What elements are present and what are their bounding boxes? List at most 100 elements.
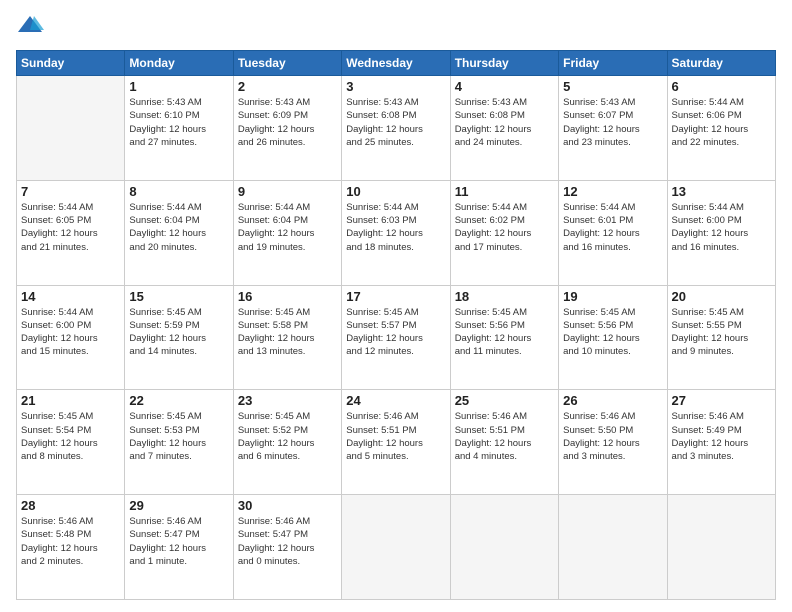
day-number: 28 (21, 498, 120, 513)
header (16, 12, 776, 40)
calendar-cell (667, 495, 775, 600)
day-number: 5 (563, 79, 662, 94)
day-info: Sunrise: 5:43 AMSunset: 6:09 PMDaylight:… (238, 96, 337, 149)
day-number: 22 (129, 393, 228, 408)
calendar-cell: 9Sunrise: 5:44 AMSunset: 6:04 PMDaylight… (233, 180, 341, 285)
day-info: Sunrise: 5:46 AMSunset: 5:47 PMDaylight:… (129, 515, 228, 568)
calendar-cell: 8 Sunrise: 5:44 AMSunset: 6:04 PMDaylight… (125, 180, 233, 285)
day-info: Sunrise: 5:46 AMSunset: 5:50 PMDaylight:… (563, 410, 662, 463)
day-number: 4 (455, 79, 554, 94)
page: SundayMondayTuesdayWednesdayThursdayFrid… (0, 0, 792, 612)
logo-icon (16, 12, 44, 40)
day-number: 17 (346, 289, 445, 304)
day-number: 7 (21, 184, 120, 199)
day-number: 13 (672, 184, 771, 199)
calendar-cell (342, 495, 450, 600)
calendar-cell: 22 Sunrise: 5:45 AMSunset: 5:53 PMDayligh… (125, 390, 233, 495)
day-number: 1 (129, 79, 228, 94)
day-info: Sunrise: 5:44 AMSunset: 6:04 PMDaylight:… (238, 201, 337, 254)
calendar-cell: 15 Sunrise: 5:45 AMSunset: 5:59 PMDayligh… (125, 285, 233, 390)
calendar-cell: 5 Sunrise: 5:43 AMSunset: 6:07 PMDaylight… (559, 76, 667, 181)
day-info: Sunrise: 5:44 AMSunset: 6:01 PMDaylight:… (563, 201, 662, 254)
day-number: 10 (346, 184, 445, 199)
day-number: 30 (238, 498, 337, 513)
day-number: 25 (455, 393, 554, 408)
day-info: Sunrise: 5:45 AMSunset: 5:56 PMDaylight:… (563, 306, 662, 359)
day-number: 6 (672, 79, 771, 94)
calendar-cell: 14Sunrise: 5:44 AMSunset: 6:00 PMDayligh… (17, 285, 125, 390)
day-info: Sunrise: 5:46 AMSunset: 5:47 PMDaylight:… (238, 515, 337, 568)
day-info: Sunrise: 5:44 AMSunset: 6:00 PMDaylight:… (672, 201, 771, 254)
day-info: Sunrise: 5:45 AMSunset: 5:59 PMDaylight:… (129, 306, 228, 359)
day-info: Sunrise: 5:44 AMSunset: 6:05 PMDaylight:… (21, 201, 120, 254)
calendar-cell: 25 Sunrise: 5:46 AMSunset: 5:51 PMDayligh… (450, 390, 558, 495)
calendar-cell: 1 Sunrise: 5:43 AMSunset: 6:10 PMDaylight… (125, 76, 233, 181)
day-number: 8 (129, 184, 228, 199)
day-info: Sunrise: 5:44 AMSunset: 6:03 PMDaylight:… (346, 201, 445, 254)
calendar-body: 1 Sunrise: 5:43 AMSunset: 6:10 PMDaylight… (17, 76, 776, 600)
day-info: Sunrise: 5:44 AMSunset: 6:06 PMDaylight:… (672, 96, 771, 149)
calendar-header: SundayMondayTuesdayWednesdayThursdayFrid… (17, 51, 776, 76)
weekday-header-wednesday: Wednesday (342, 51, 450, 76)
day-info: Sunrise: 5:44 AMSunset: 6:02 PMDaylight:… (455, 201, 554, 254)
day-number: 24 (346, 393, 445, 408)
calendar-cell: 24 Sunrise: 5:46 AMSunset: 5:51 PMDayligh… (342, 390, 450, 495)
calendar-cell: 28 Sunrise: 5:46 AMSunset: 5:48 PMDayligh… (17, 495, 125, 600)
day-number: 14 (21, 289, 120, 304)
day-number: 27 (672, 393, 771, 408)
calendar-week-3: 14Sunrise: 5:44 AMSunset: 6:00 PMDayligh… (17, 285, 776, 390)
day-info: Sunrise: 5:44 AMSunset: 6:04 PMDaylight:… (129, 201, 228, 254)
day-number: 11 (455, 184, 554, 199)
calendar-cell: 21 Sunrise: 5:45 AMSunset: 5:54 PMDayligh… (17, 390, 125, 495)
day-info: Sunrise: 5:45 AMSunset: 5:56 PMDaylight:… (455, 306, 554, 359)
calendar-cell: 23 Sunrise: 5:45 AMSunset: 5:52 PMDayligh… (233, 390, 341, 495)
calendar-cell: 2Sunrise: 5:43 AMSunset: 6:09 PMDaylight… (233, 76, 341, 181)
day-info: Sunrise: 5:45 AMSunset: 5:54 PMDaylight:… (21, 410, 120, 463)
day-number: 18 (455, 289, 554, 304)
calendar-cell: 12 Sunrise: 5:44 AMSunset: 6:01 PMDayligh… (559, 180, 667, 285)
day-info: Sunrise: 5:46 AMSunset: 5:48 PMDaylight:… (21, 515, 120, 568)
weekday-header-tuesday: Tuesday (233, 51, 341, 76)
weekday-header-saturday: Saturday (667, 51, 775, 76)
day-info: Sunrise: 5:45 AMSunset: 5:52 PMDaylight:… (238, 410, 337, 463)
calendar-cell: 7 Sunrise: 5:44 AMSunset: 6:05 PMDaylight… (17, 180, 125, 285)
calendar-week-2: 7 Sunrise: 5:44 AMSunset: 6:05 PMDaylight… (17, 180, 776, 285)
day-info: Sunrise: 5:45 AMSunset: 5:57 PMDaylight:… (346, 306, 445, 359)
calendar-cell (559, 495, 667, 600)
day-number: 23 (238, 393, 337, 408)
day-info: Sunrise: 5:45 AMSunset: 5:58 PMDaylight:… (238, 306, 337, 359)
calendar-cell: 29Sunrise: 5:46 AMSunset: 5:47 PMDayligh… (125, 495, 233, 600)
day-info: Sunrise: 5:45 AMSunset: 5:53 PMDaylight:… (129, 410, 228, 463)
calendar-cell: 27 Sunrise: 5:46 AMSunset: 5:49 PMDayligh… (667, 390, 775, 495)
calendar-cell: 20 Sunrise: 5:45 AMSunset: 5:55 PMDayligh… (667, 285, 775, 390)
weekday-header-monday: Monday (125, 51, 233, 76)
day-number: 16 (238, 289, 337, 304)
day-number: 19 (563, 289, 662, 304)
day-number: 21 (21, 393, 120, 408)
day-info: Sunrise: 5:43 AMSunset: 6:08 PMDaylight:… (455, 96, 554, 149)
calendar-cell: 6 Sunrise: 5:44 AMSunset: 6:06 PMDaylight… (667, 76, 775, 181)
calendar-cell (450, 495, 558, 600)
weekday-header-thursday: Thursday (450, 51, 558, 76)
calendar-week-1: 1 Sunrise: 5:43 AMSunset: 6:10 PMDaylight… (17, 76, 776, 181)
day-info: Sunrise: 5:43 AMSunset: 6:10 PMDaylight:… (129, 96, 228, 149)
calendar-cell: 26 Sunrise: 5:46 AMSunset: 5:50 PMDayligh… (559, 390, 667, 495)
calendar-cell: 19 Sunrise: 5:45 AMSunset: 5:56 PMDayligh… (559, 285, 667, 390)
day-info: Sunrise: 5:43 AMSunset: 6:07 PMDaylight:… (563, 96, 662, 149)
day-info: Sunrise: 5:45 AMSunset: 5:55 PMDaylight:… (672, 306, 771, 359)
day-number: 20 (672, 289, 771, 304)
logo (16, 12, 48, 40)
calendar-cell: 17 Sunrise: 5:45 AMSunset: 5:57 PMDayligh… (342, 285, 450, 390)
calendar-cell: 10 Sunrise: 5:44 AMSunset: 6:03 PMDayligh… (342, 180, 450, 285)
day-number: 12 (563, 184, 662, 199)
day-info: Sunrise: 5:46 AMSunset: 5:51 PMDaylight:… (346, 410, 445, 463)
calendar-cell: 30 Sunrise: 5:46 AMSunset: 5:47 PMDayligh… (233, 495, 341, 600)
day-number: 15 (129, 289, 228, 304)
calendar-week-4: 21 Sunrise: 5:45 AMSunset: 5:54 PMDayligh… (17, 390, 776, 495)
day-info: Sunrise: 5:46 AMSunset: 5:51 PMDaylight:… (455, 410, 554, 463)
weekday-header-sunday: Sunday (17, 51, 125, 76)
day-info: Sunrise: 5:43 AMSunset: 6:08 PMDaylight:… (346, 96, 445, 149)
day-number: 26 (563, 393, 662, 408)
calendar-cell: 4 Sunrise: 5:43 AMSunset: 6:08 PMDaylight… (450, 76, 558, 181)
day-info: Sunrise: 5:46 AMSunset: 5:49 PMDaylight:… (672, 410, 771, 463)
